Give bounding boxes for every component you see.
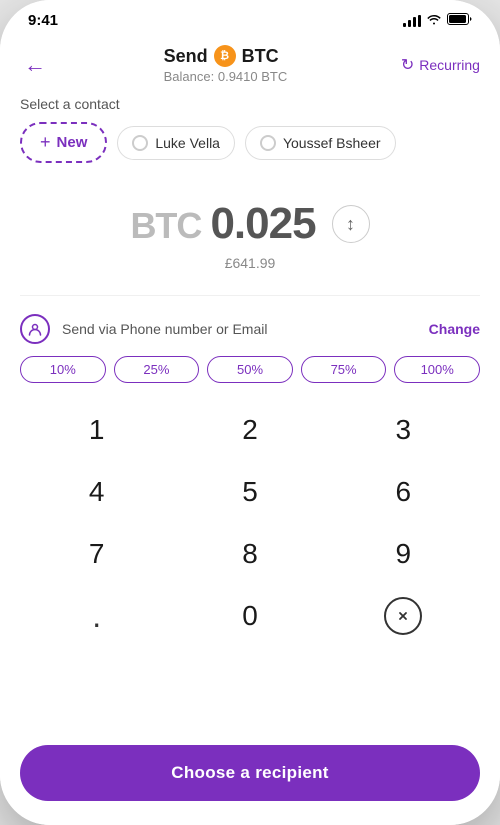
backspace-circle [384,597,422,635]
pct-75[interactable]: 75% [301,356,387,383]
contact-section-label: Select a contact [20,96,480,112]
recurring-label: Recurring [419,57,480,73]
contact-name-luke: Luke Vella [155,135,220,151]
key-dot[interactable]: . [20,585,173,647]
choose-recipient-button[interactable]: Choose a recipient [20,745,480,801]
divider-1 [20,295,480,296]
pct-100[interactable]: 100% [394,356,480,383]
key-backspace[interactable] [327,585,480,647]
send-method-text: Send via Phone number or Email [62,321,417,337]
key-3[interactable]: 3 [327,399,480,461]
balance-display: Balance: 0.9410 BTC [164,69,288,84]
key-6[interactable]: 6 [327,461,480,523]
back-button[interactable]: ← [20,48,50,82]
amount-currency: BTC [130,205,210,246]
amount-fiat: £641.99 [20,255,480,271]
signal-icon [403,15,421,27]
bottom-bar: Choose a recipient [0,733,500,825]
key-9[interactable]: 9 [327,523,480,585]
recurring-icon: ↻ [401,55,414,75]
btc-icon: ₿ [214,45,236,67]
key-1[interactable]: 1 [20,399,173,461]
contact-item-youssef[interactable]: Youssef Bsheer [245,126,396,160]
phone-frame: 9:41 [0,0,500,825]
key-2[interactable]: 2 [173,399,326,461]
page-header: ← Send ₿ BTC Balance: 0.9410 BTC ↻ Recur… [0,37,500,96]
send-label: Send [164,46,208,67]
currency-label: BTC [242,46,279,67]
pct-25[interactable]: 25% [114,356,200,383]
swap-button[interactable]: ↕ [332,205,370,243]
main-content: Select a contact + New Luke Vella Yousse… [0,96,500,733]
percentage-row: 10% 25% 50% 75% 100% [20,356,480,383]
key-7[interactable]: 7 [20,523,173,585]
contact-item-luke[interactable]: Luke Vella [117,126,235,160]
balance-value: 0.9410 BTC [218,69,287,84]
key-4[interactable]: 4 [20,461,173,523]
send-method-icon [20,314,50,344]
new-contact-label: New [57,134,88,151]
amount-value: BTC 0.025 [130,199,315,249]
status-bar: 9:41 [0,0,500,37]
pct-10[interactable]: 10% [20,356,106,383]
key-0[interactable]: 0 [173,585,326,647]
amount-number: 0.025 [210,199,315,248]
send-method-row: Send via Phone number or Email Change [20,310,480,356]
pct-50[interactable]: 50% [207,356,293,383]
contact-section: Select a contact + New Luke Vella Yousse… [20,96,480,163]
contact-list: + New Luke Vella Youssef Bsheer [20,122,480,163]
status-time: 9:41 [28,12,58,29]
contact-name-youssef: Youssef Bsheer [283,135,381,151]
change-link[interactable]: Change [429,321,480,337]
key-5[interactable]: 5 [173,461,326,523]
battery-icon [447,13,472,28]
wifi-icon [426,13,442,28]
radio-youssef [260,135,276,151]
status-icons [403,13,472,28]
plus-icon: + [40,132,51,153]
radio-luke [132,135,148,151]
recurring-button[interactable]: ↻ Recurring [401,55,480,75]
numpad: 1 2 3 4 5 6 7 8 9 . 0 [20,399,480,647]
new-contact-button[interactable]: + New [20,122,107,163]
header-center: Send ₿ BTC Balance: 0.9410 BTC [164,45,288,84]
amount-section: BTC 0.025 ↕ £641.99 [20,179,480,281]
key-8[interactable]: 8 [173,523,326,585]
page-title: Send ₿ BTC [164,45,288,67]
balance-label: Balance: [164,69,215,84]
amount-display: BTC 0.025 ↕ [20,199,480,249]
